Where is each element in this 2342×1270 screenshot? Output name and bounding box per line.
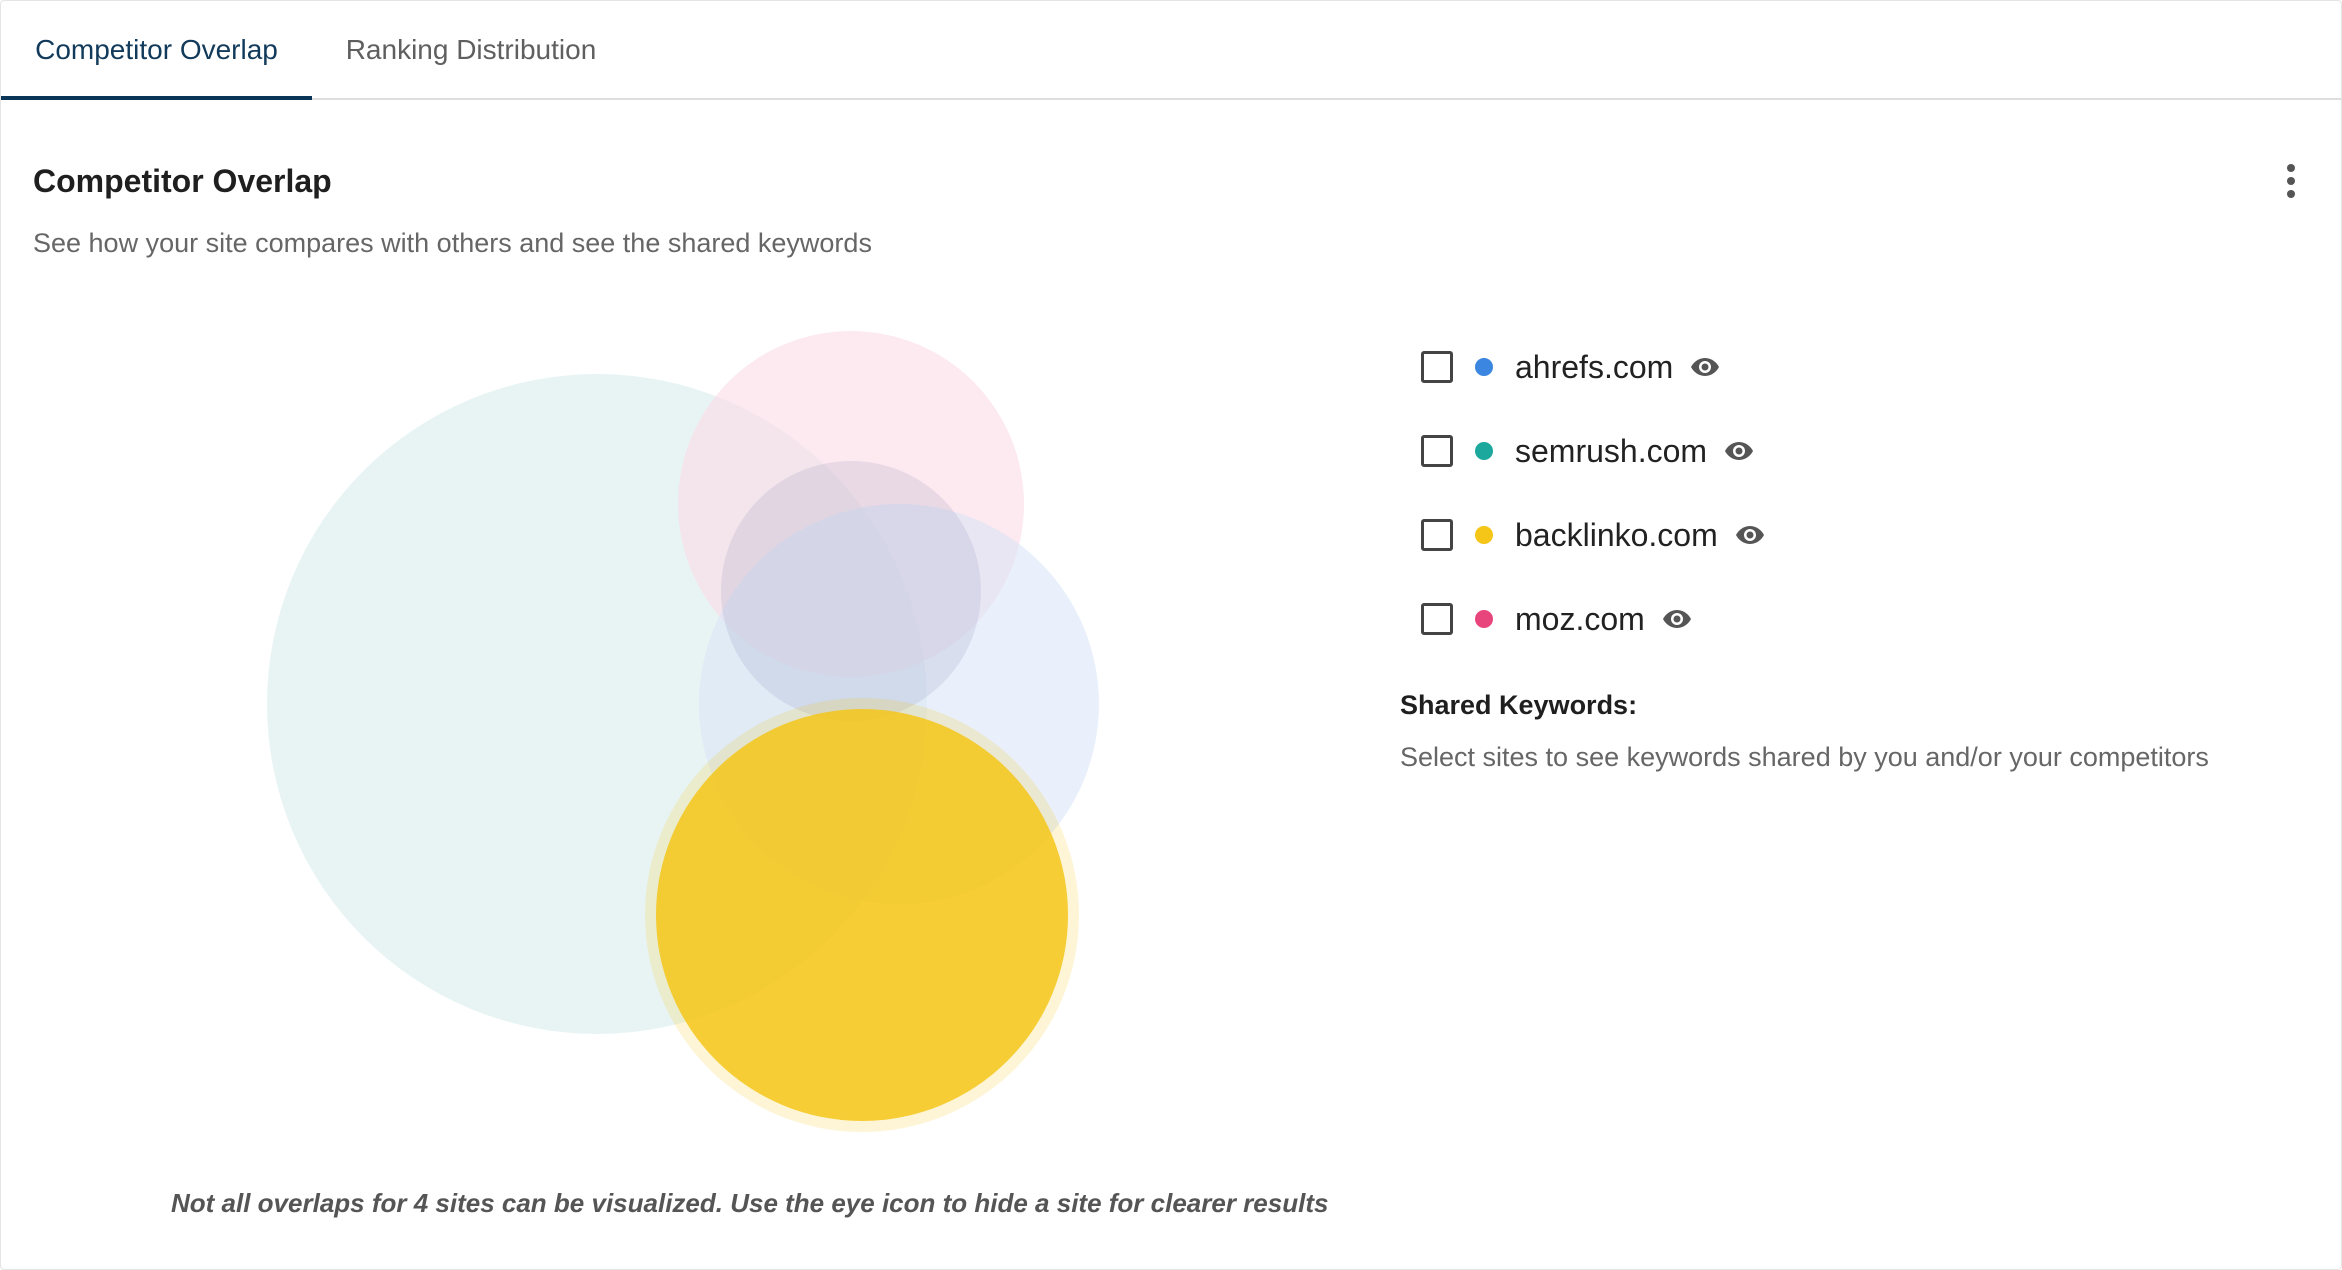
site-legend: ahrefs.com semrush.com backlinko.com moz… [1421,325,1766,661]
tab-label: Ranking Distribution [345,33,597,65]
venn-diagram [267,331,1099,1132]
tab-competitor-overlap[interactable]: Competitor Overlap [1,1,312,100]
legend-item-moz: moz.com [1421,577,1766,661]
site-checkbox[interactable] [1421,603,1453,635]
section-title: Competitor Overlap [33,163,332,199]
eye-icon[interactable] [1661,608,1693,630]
competitor-overlap-card: Competitor Overlap Ranking Distribution … [0,0,2342,1270]
site-checkbox[interactable] [1421,351,1453,383]
site-label: ahrefs.com [1515,348,1674,385]
site-label: semrush.com [1515,432,1708,469]
color-dot [1475,442,1493,460]
site-label: backlinko.com [1515,516,1718,553]
venn-circle-yellow[interactable] [656,709,1068,1121]
legend-item-backlinko: backlinko.com [1421,493,1766,577]
venn-footnote: Not all overlaps for 4 sites can be visu… [171,1188,1329,1218]
tab-bar: Competitor Overlap Ranking Distribution [1,1,2341,100]
site-checkbox[interactable] [1421,435,1453,467]
shared-keywords-title: Shared Keywords: [1400,690,1638,720]
tab-ranking-distribution[interactable]: Ranking Distribution [312,1,630,98]
shared-keywords-description: Select sites to see keywords shared by y… [1400,742,2209,772]
legend-item-semrush: semrush.com [1421,409,1766,493]
legend-item-ahrefs: ahrefs.com [1421,325,1766,409]
color-dot [1475,358,1493,376]
tab-label: Competitor Overlap [35,33,278,65]
site-label: moz.com [1515,600,1645,637]
more-vertical-icon[interactable] [2279,161,2303,201]
site-checkbox[interactable] [1421,519,1453,551]
venn-overlap-tint [721,461,981,721]
section-description: See how your site compares with others a… [33,228,872,258]
eye-icon[interactable] [1689,356,1721,378]
eye-icon[interactable] [1723,440,1755,462]
eye-icon[interactable] [1734,524,1766,546]
color-dot [1475,610,1493,628]
color-dot [1475,526,1493,544]
